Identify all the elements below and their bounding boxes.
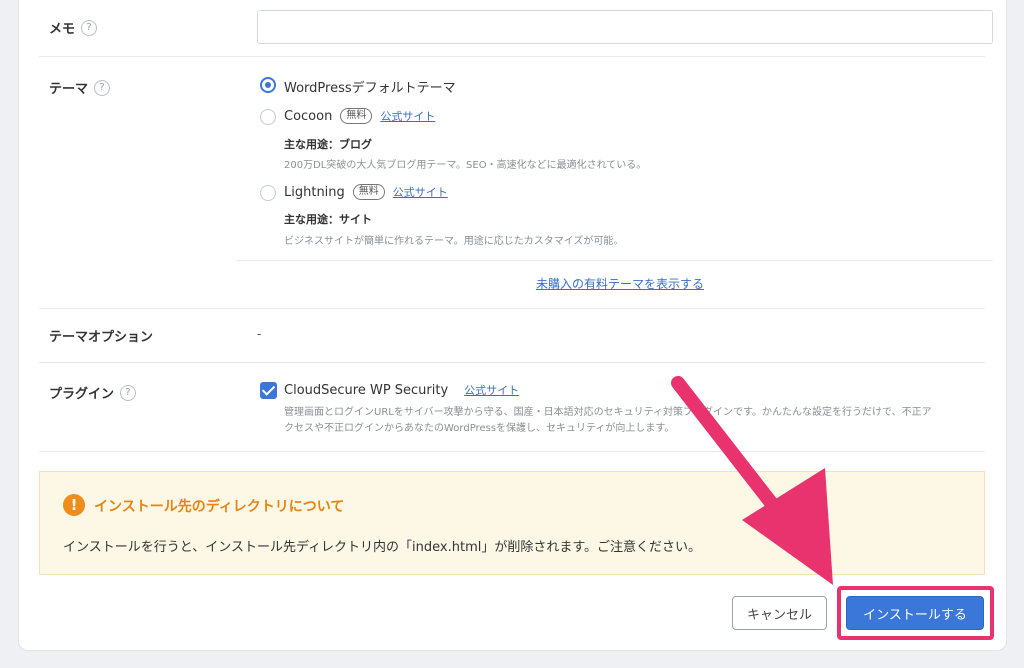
theme-option-label: Cocoon xyxy=(284,108,333,124)
plugin-label-text: プラグイン xyxy=(49,387,115,402)
notice-title: インストール先のディレクトリについて xyxy=(94,499,345,515)
warning-icon: ! xyxy=(63,494,85,516)
plugin-option[interactable]: CloudSecure WP Security 公式サイト xyxy=(284,382,519,398)
theme-radio-wordpress[interactable] xyxy=(260,77,276,93)
help-icon[interactable]: ? xyxy=(94,79,111,96)
theme-option-lightning[interactable]: Lightning 無料 公式サイト xyxy=(284,184,448,200)
help-icon[interactable]: ? xyxy=(120,384,137,401)
theme-option-cocoon[interactable]: Cocoon 無料 公式サイト xyxy=(284,108,435,124)
memo-label: メモ ? xyxy=(49,18,98,37)
memo-row: メモ ? xyxy=(39,0,993,57)
memo-label-text: メモ xyxy=(49,22,76,37)
theme-radio-lightning[interactable] xyxy=(260,185,276,201)
free-badge: 無料 xyxy=(340,108,373,124)
plugin-description-line2: クセスや不正ログインからあなたのWordPressを保護し、セキュリティが向上し… xyxy=(284,423,675,434)
notice-text: インストールを行うと、インストール先ディレクトリ内の「index.html」が削… xyxy=(63,540,702,555)
theme-radio-cocoon[interactable] xyxy=(260,109,276,125)
directory-notice: ! インストール先のディレクトリについて インストールを行うと、インストール先デ… xyxy=(39,471,985,575)
plugin-row: プラグイン ? CloudSecure WP Security 公式サイト 管理… xyxy=(39,363,985,452)
theme-row: テーマ ? WordPressデフォルトテーマ Cocoon 無料 公式サイト … xyxy=(39,57,985,309)
install-button-highlight xyxy=(837,586,994,640)
cocoon-use: 主な用途：ブログ xyxy=(284,138,372,151)
install-form-panel: メモ ? テーマ ? WordPressデフォルトテーマ Cocoon 無料 公… xyxy=(18,0,1007,651)
theme-inner-divider xyxy=(237,260,993,261)
help-icon[interactable]: ? xyxy=(81,19,98,36)
show-paid-themes-link[interactable]: 未購入の有料テーマを表示する xyxy=(536,275,704,292)
theme-option-value: - xyxy=(257,327,262,341)
theme-option-label: WordPressデフォルトテーマ xyxy=(284,81,456,96)
free-badge: 無料 xyxy=(352,184,385,200)
theme-option-row: テーマオプション - xyxy=(39,309,985,363)
theme-option-label: Lightning xyxy=(284,184,345,200)
cocoon-official-site-link[interactable]: 公式サイト xyxy=(380,108,435,124)
plugin-checkbox[interactable] xyxy=(260,382,277,399)
lightning-official-site-link[interactable]: 公式サイト xyxy=(393,184,448,200)
plugin-description-line1: 管理画面とログインURLをサイバー攻撃から守る、国産・日本語対応のセキュリティ対… xyxy=(284,407,932,418)
plugin-name: CloudSecure WP Security xyxy=(284,382,449,398)
theme-option-label: テーマオプション xyxy=(49,330,154,345)
theme-label: テーマ ? xyxy=(49,78,111,97)
theme-option-wordpress[interactable]: WordPressデフォルトテーマ xyxy=(284,77,456,96)
cocoon-description: 200万DL突破の大人気ブログ用テーマ。SEO・高速化などに最適化されている。 xyxy=(284,160,647,171)
theme-label-text: テーマ xyxy=(49,82,89,97)
plugin-official-site-link[interactable]: 公式サイト xyxy=(464,382,519,398)
lightning-use: 主な用途：サイト xyxy=(284,213,372,226)
plugin-label: プラグイン ? xyxy=(49,383,137,402)
cancel-button[interactable]: キャンセル xyxy=(732,596,827,630)
lightning-description: ビジネスサイトが簡単に作れるテーマ。用途に応じたカスタマイズが可能。 xyxy=(284,236,624,247)
memo-input[interactable] xyxy=(257,10,993,44)
